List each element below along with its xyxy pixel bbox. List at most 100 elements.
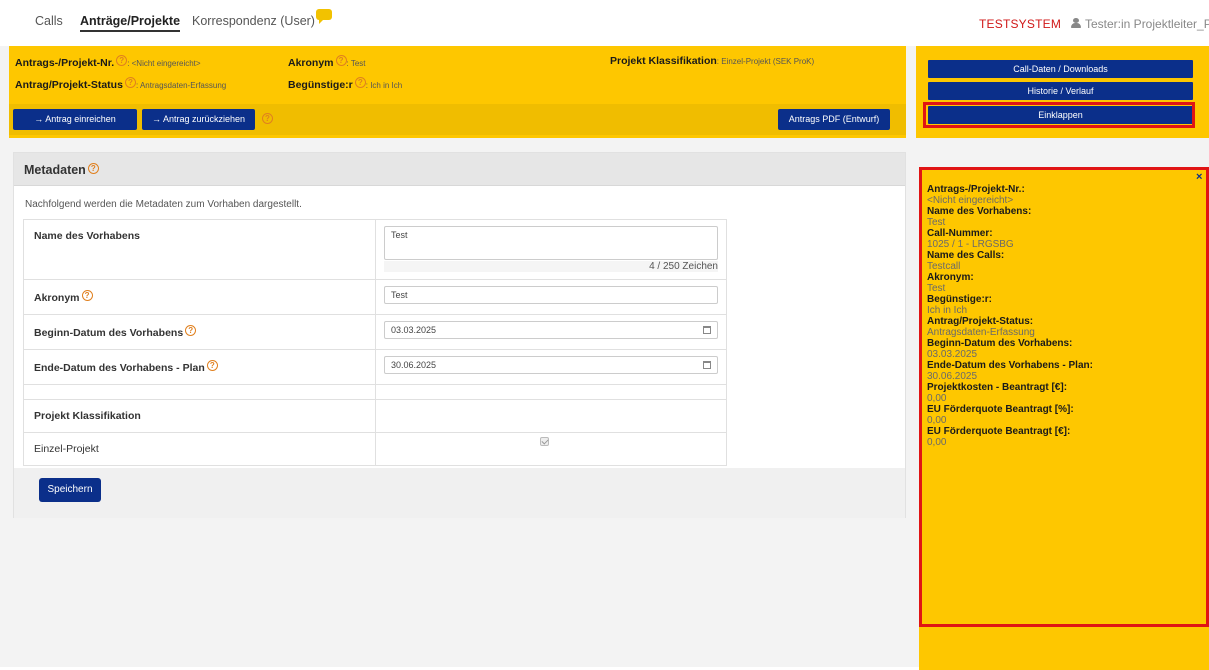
klassifikation-field: Projekt Klassifikation: Einzel-Projekt (…: [610, 55, 814, 67]
table-row: [23, 384, 727, 400]
ende-label-text: Ende-Datum des Vorhabens - Plan: [34, 362, 205, 374]
name-textarea[interactable]: Test: [384, 226, 718, 260]
akronym-value: : Test: [346, 59, 366, 68]
save-button[interactable]: Speichern: [39, 478, 101, 502]
system-label: TESTSYSTEM: [979, 17, 1062, 31]
help-icon[interactable]: ?: [124, 77, 136, 88]
historie-verlauf-button[interactable]: Historie / Verlauf: [928, 82, 1193, 100]
akronym-row-label: Akronym?: [23, 279, 376, 315]
sidepanel-item-value: Ich in Ich: [927, 305, 968, 316]
sidepanel-item-key: Name des Calls:: [927, 250, 1005, 261]
sidepanel-item-value: 0,00: [927, 393, 947, 404]
name-char-counter: 4 / 250 Zeichen: [384, 261, 718, 272]
close-icon[interactable]: ×: [1196, 171, 1202, 183]
table-row: Beginn-Datum des Vorhabens? 03.03.2025: [23, 314, 727, 350]
sidepanel-item-value: Testcall: [927, 261, 961, 272]
sidepanel-item-key: Akronym:: [927, 272, 974, 283]
calendar-icon[interactable]: [703, 361, 711, 369]
beginn-cell: 03.03.2025: [375, 314, 727, 350]
help-icon[interactable]: ?: [81, 290, 93, 301]
beguenstiger-field: Begünstige:r?: Ich in Ich: [288, 77, 402, 91]
tab-antraege-projekte[interactable]: Anträge/Projekte: [80, 14, 181, 32]
sidepanel-item-value: 0,00: [927, 437, 947, 448]
metadata-card-header: Metadaten?: [14, 153, 905, 186]
beginn-date-input[interactable]: 03.03.2025: [384, 321, 718, 339]
table-row: Ende-Datum des Vorhabens - Plan? 30.06.2…: [23, 349, 727, 385]
sidepanel-item-key: Ende-Datum des Vorhabens - Plan:: [927, 360, 1093, 371]
help-icon[interactable]: ?: [185, 325, 197, 336]
help-icon[interactable]: ?: [354, 77, 366, 88]
klassifikation-option-label: Einzel-Projekt: [23, 432, 376, 466]
sidepanel-item-value: 1025 / 1 - LRGSBG: [927, 239, 1014, 250]
status-label: Antrag/Projekt-Status: [15, 79, 123, 91]
klassifikation-header: Projekt Klassifikation: [23, 399, 376, 433]
sidepanel-item-value: Test: [927, 283, 946, 294]
beginn-date-value: 03.03.2025: [391, 325, 437, 335]
sidepanel-item-value: Antragsdaten-Erfassung: [927, 327, 1035, 338]
antrag-nr-field: Antrags-/Projekt-Nr.?: <Nicht eingereich…: [15, 55, 201, 69]
akronym-cell: Test: [375, 279, 727, 315]
sidepanel-item-key: Projektkosten - Beantragt [€]:: [927, 382, 1068, 393]
sidepanel-item-key: Begünstige:r:: [927, 294, 992, 305]
sidepanel-item-key: Call-Nummer:: [927, 228, 993, 239]
user-menu[interactable]: Tester:in Projektleiter_PT: [1071, 17, 1209, 31]
antrag-einreichen-button[interactable]: → Antrag einreichen: [13, 109, 137, 130]
metadata-card: Metadaten? Nachfolgend werden die Metada…: [13, 152, 906, 518]
user-name: Tester:in Projektleiter_PT: [1085, 17, 1209, 31]
help-icon[interactable]: ?: [335, 55, 347, 66]
help-icon[interactable]: ?: [206, 360, 218, 371]
beginn-label: Beginn-Datum des Vorhabens?: [23, 314, 376, 350]
akronym-row-label-text: Akronym: [34, 292, 80, 304]
table-row: Einzel-Projekt: [23, 432, 727, 466]
table-row: Projekt Klassifikation: [23, 399, 727, 433]
help-icon[interactable]: ?: [116, 55, 128, 66]
metadata-card-footer: Speichern: [14, 468, 905, 518]
project-header-panel: Antrags-/Projekt-Nr.?: <Nicht eingereich…: [9, 46, 906, 138]
ende-date-value: 30.06.2025: [391, 360, 437, 370]
empty-cell: [375, 384, 727, 400]
help-icon[interactable]: ?: [87, 163, 99, 174]
klassifikation-value: : Einzel-Projekt (SEK ProK): [716, 57, 815, 66]
klassifikation-label: Projekt Klassifikation: [610, 55, 717, 67]
empty-cell: [23, 384, 376, 400]
status-field: Antrag/Projekt-Status?: Antragsdaten-Erf…: [15, 77, 226, 91]
calendar-icon[interactable]: [703, 326, 711, 334]
antrag-zurueckziehen-button[interactable]: → Antrag zurückziehen: [142, 109, 255, 130]
beguenstiger-label: Begünstige:r: [288, 79, 353, 91]
antrag-nr-value: : <Nicht eingereicht>: [127, 59, 201, 68]
beginn-label-text: Beginn-Datum des Vorhabens: [34, 327, 184, 339]
akronym-label: Akronym: [288, 57, 334, 69]
ende-date-input[interactable]: 30.06.2025: [384, 356, 718, 374]
akronym-field: Akronym?: Test: [288, 55, 366, 69]
metadata-description: Nachfolgend werden die Metadaten zum Vor…: [25, 199, 302, 210]
sidepanel-item-key: EU Förderquote Beantragt [%]:: [927, 404, 1074, 415]
antrags-pdf-button[interactable]: Antrags PDF (Entwurf): [778, 109, 890, 130]
sidepanel-item-value: 03.03.2025: [927, 349, 978, 360]
metadata-title-text: Metadaten: [24, 163, 86, 177]
metadata-table: Name des Vorhabens Test 4 / 250 Zeichen …: [23, 219, 727, 466]
klassifikation-option-cell: [375, 432, 727, 466]
action-bar: → Antrag einreichen → Antrag zurückziehe…: [9, 104, 906, 135]
sidepanel-item-value: 0,00: [927, 415, 947, 426]
tab-calls[interactable]: Calls: [35, 14, 63, 28]
antrag-nr-label: Antrags-/Projekt-Nr.: [15, 57, 115, 69]
akronym-input[interactable]: Test: [384, 286, 718, 304]
tab-korrespondenz[interactable]: Korrespondenz (User): [192, 9, 332, 28]
empty-cell: [375, 399, 727, 433]
sidepanel-item-key: EU Förderquote Beantragt [€]:: [927, 426, 1071, 437]
sidepanel-item-value: <Nicht eingereicht>: [927, 195, 1014, 206]
help-icon[interactable]: ?: [262, 113, 273, 124]
ende-label: Ende-Datum des Vorhabens - Plan?: [23, 349, 376, 385]
tab-korrespondenz-label: Korrespondenz (User): [192, 14, 315, 28]
einzel-projekt-checkbox[interactable]: [540, 437, 549, 446]
table-row: Akronym? Test: [23, 279, 727, 315]
table-row: Name des Vorhabens Test 4 / 250 Zeichen: [23, 219, 727, 280]
status-value: : Antragsdaten-Erfassung: [135, 81, 227, 90]
sidepanel-item-value: 30.06.2025: [927, 371, 978, 382]
name-label: Name des Vorhabens: [23, 219, 376, 280]
sidepanel-item-key: Name des Vorhabens:: [927, 206, 1032, 217]
user-icon: [1071, 18, 1081, 28]
metadata-title: Metadaten?: [24, 163, 99, 177]
sidepanel-item-key: Antrags-/Projekt-Nr.:: [927, 184, 1025, 195]
call-daten-downloads-button[interactable]: Call-Daten / Downloads: [928, 60, 1193, 78]
